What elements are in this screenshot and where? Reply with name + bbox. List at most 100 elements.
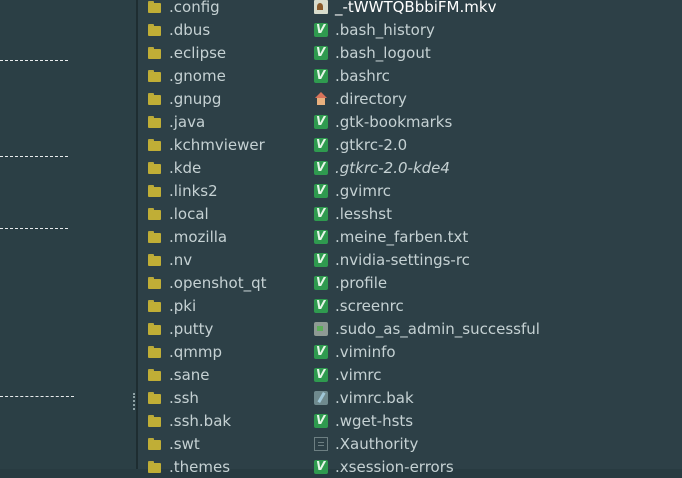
item-label: .eclipse xyxy=(169,43,227,62)
list-item[interactable]: .profile xyxy=(314,271,540,294)
list-item[interactable]: .gtkrc-2.0 xyxy=(314,133,540,156)
list-item[interactable]: .lesshst xyxy=(314,202,540,225)
vim-icon xyxy=(314,206,328,221)
list-item[interactable]: .bashrc xyxy=(314,64,540,87)
tree-separator xyxy=(0,228,68,229)
splitter-grip[interactable] xyxy=(133,393,137,410)
folder-icon xyxy=(148,161,162,175)
item-label: .gtkrc-2.0 xyxy=(335,135,408,154)
item-label: .gtkrc-2.0-kde4 xyxy=(335,158,450,177)
item-label: .java xyxy=(169,112,206,131)
list-item[interactable]: .wget-hsts xyxy=(314,409,540,432)
list-item[interactable]: .bash_logout xyxy=(314,41,540,64)
list-item[interactable]: .themes xyxy=(148,455,267,478)
list-item[interactable]: .nv xyxy=(148,248,267,271)
folder-icon xyxy=(148,322,162,336)
item-label: .screenrc xyxy=(335,296,404,315)
list-item[interactable]: .eclipse xyxy=(148,41,267,64)
vim-icon xyxy=(314,160,328,175)
item-label: .bashrc xyxy=(335,66,390,85)
list-item[interactable]: .vimrc.bak xyxy=(314,386,540,409)
item-label: .kde xyxy=(169,158,202,177)
item-label: .openshot_qt xyxy=(169,273,267,292)
folder-icon xyxy=(148,460,162,474)
item-label: .xsession-errors xyxy=(335,457,454,476)
item-label: .mozilla xyxy=(169,227,228,246)
item-label: .gnupg xyxy=(169,89,222,108)
item-label: .lesshst xyxy=(335,204,392,223)
key-icon xyxy=(314,436,328,451)
item-label: .ssh.bak xyxy=(169,411,232,430)
list-item[interactable]: .putty xyxy=(148,317,267,340)
item-label: .gvimrc xyxy=(335,181,392,200)
vim-icon xyxy=(314,275,328,290)
list-item[interactable]: .ssh.bak xyxy=(148,409,267,432)
vim-icon xyxy=(314,367,328,382)
list-item[interactable]: .swt xyxy=(148,432,267,455)
item-label: .putty xyxy=(169,319,214,338)
left-pane xyxy=(0,0,136,469)
folder-icon xyxy=(148,414,162,428)
list-item[interactable]: .kde xyxy=(148,156,267,179)
folder-icon xyxy=(148,276,162,290)
video-icon xyxy=(314,0,328,14)
list-item[interactable]: .config xyxy=(148,0,267,18)
list-item[interactable]: .gtk-bookmarks xyxy=(314,110,540,133)
list-item[interactable]: .screenrc xyxy=(314,294,540,317)
item-label: .pki xyxy=(169,296,197,315)
list-item[interactable]: .ssh xyxy=(148,386,267,409)
edit-icon xyxy=(314,390,328,405)
item-label: .directory xyxy=(335,89,407,108)
folder-icon xyxy=(148,0,162,14)
file-view: .config .dbus .eclipse .gnome .gnupg .java .kc… xyxy=(138,0,682,476)
list-item[interactable]: .directory xyxy=(314,87,540,110)
item-label: .wget-hsts xyxy=(335,411,414,430)
list-item[interactable]: .meine_farben.txt xyxy=(314,225,540,248)
list-item[interactable]: .qmmp xyxy=(148,340,267,363)
vim-icon xyxy=(314,413,328,428)
list-item[interactable]: _-tWWTQBbbiFM.mkv xyxy=(314,0,540,18)
file-column: _-tWWTQBbbiFM.mkv .bash_history .bash_logo… xyxy=(314,0,540,478)
item-label: .local xyxy=(169,204,209,223)
list-item[interactable]: .dbus xyxy=(148,18,267,41)
vim-icon xyxy=(314,68,328,83)
folder-icon xyxy=(148,69,162,83)
vim-icon xyxy=(314,114,328,129)
vim-icon xyxy=(314,298,328,313)
item-label: .kchmviewer xyxy=(169,135,265,154)
vim-icon xyxy=(314,252,328,267)
folder-icon xyxy=(148,184,162,198)
list-item[interactable]: .openshot_qt xyxy=(148,271,267,294)
list-item[interactable]: .gnome xyxy=(148,64,267,87)
item-label: .bash_logout xyxy=(335,43,431,62)
list-item[interactable]: .sane xyxy=(148,363,267,386)
item-label: .qmmp xyxy=(169,342,223,361)
list-item[interactable]: .bash_history xyxy=(314,18,540,41)
list-item[interactable]: .Xauthority xyxy=(314,432,540,455)
list-item[interactable]: .viminfo xyxy=(314,340,540,363)
list-item[interactable]: .pki xyxy=(148,294,267,317)
list-item[interactable]: .local xyxy=(148,202,267,225)
list-item[interactable]: .gtkrc-2.0-kde4 xyxy=(314,156,540,179)
folder-icon xyxy=(148,207,162,221)
list-item[interactable]: .links2 xyxy=(148,179,267,202)
item-label: .viminfo xyxy=(335,342,396,361)
folder-icon xyxy=(148,391,162,405)
list-item[interactable]: .vimrc xyxy=(314,363,540,386)
vim-icon xyxy=(314,183,328,198)
home-icon xyxy=(314,91,328,106)
list-item[interactable]: .nvidia-settings-rc xyxy=(314,248,540,271)
list-item[interactable]: .sudo_as_admin_successful xyxy=(314,317,540,340)
list-item[interactable]: .xsession-errors xyxy=(314,455,540,478)
list-item[interactable]: .java xyxy=(148,110,267,133)
list-item[interactable]: .gnupg xyxy=(148,87,267,110)
folder-icon xyxy=(148,230,162,244)
list-item[interactable]: .gvimrc xyxy=(314,179,540,202)
item-label: .config xyxy=(169,0,220,16)
folder-icon xyxy=(148,115,162,129)
list-item[interactable]: .mozilla xyxy=(148,225,267,248)
list-item[interactable]: .kchmviewer xyxy=(148,133,267,156)
item-label: .themes xyxy=(169,457,231,476)
item-label: .sane xyxy=(169,365,210,384)
item-label: .gnome xyxy=(169,66,226,85)
